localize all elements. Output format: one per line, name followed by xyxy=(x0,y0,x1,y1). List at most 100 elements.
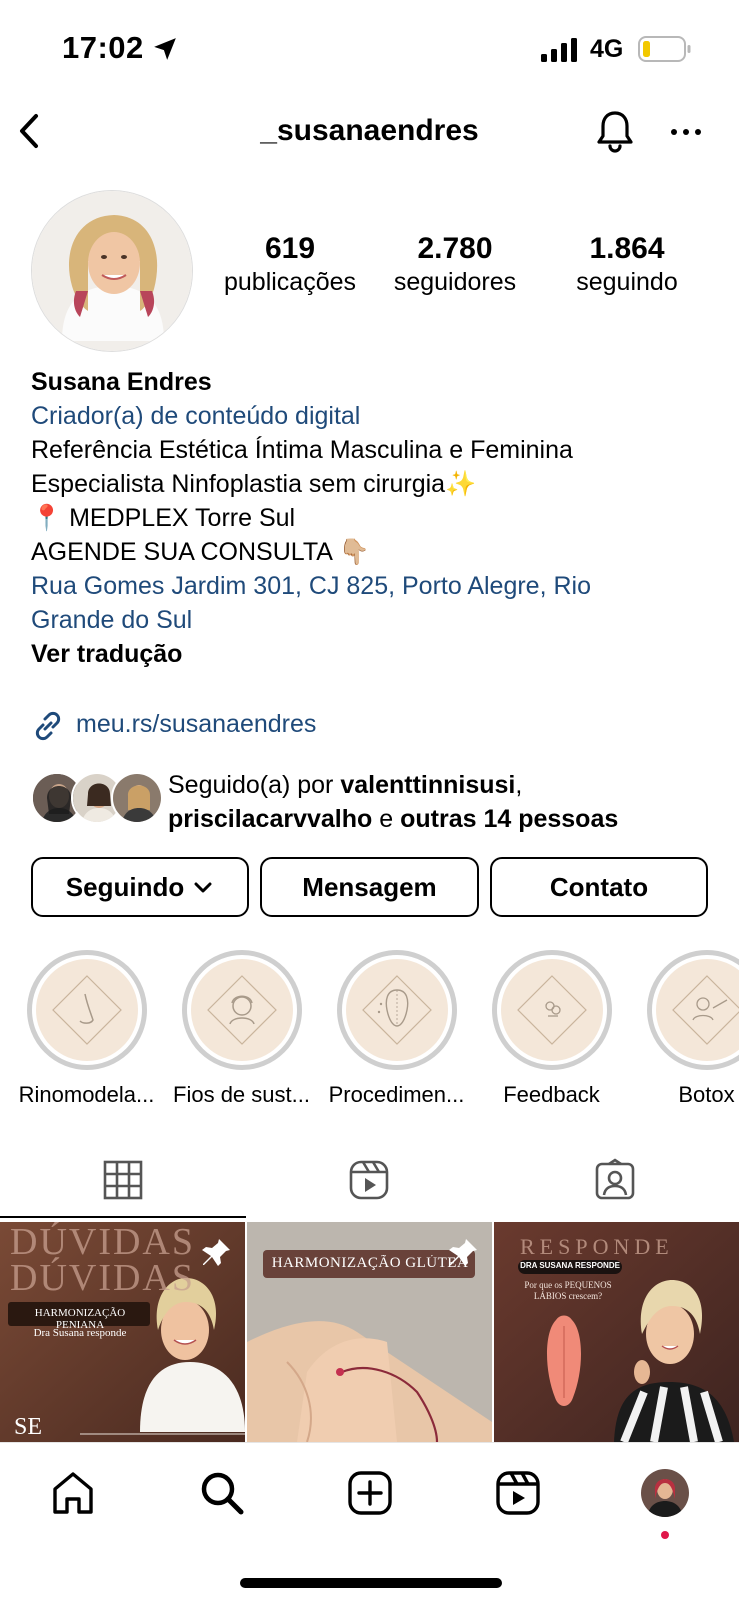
highlight-ring xyxy=(491,950,612,1070)
profile-nav-avatar[interactable] xyxy=(641,1469,689,1517)
stat-posts[interactable]: 619 publicações xyxy=(220,232,360,297)
grid-icon[interactable] xyxy=(101,1158,145,1202)
post-title: DÚVIDAS DÚVIDAS xyxy=(10,1223,195,1299)
highlight-cover xyxy=(190,959,293,1061)
followed-by-prefix: Seguido(a) por xyxy=(168,771,341,799)
network-type: 4G xyxy=(590,35,624,63)
highlight-item[interactable]: Procedimen... xyxy=(324,950,469,1108)
contact-button-label: Contato xyxy=(549,871,649,902)
post-thumbnail[interactable]: RESPONDE DRA SUSANA RESPONDE Por que os … xyxy=(494,1222,739,1442)
profile-name: Susana Endres xyxy=(31,368,212,396)
create-post-icon[interactable] xyxy=(346,1469,394,1517)
post-thumbnail[interactable]: DÚVIDAS DÚVIDAS HARMONIZAÇÃO PENIANA Dra … xyxy=(0,1222,245,1442)
reels-icon[interactable] xyxy=(347,1158,391,1202)
stat-value: 619 xyxy=(264,232,316,265)
bottom-navigation xyxy=(0,1442,739,1600)
highlight-label: Feedback xyxy=(503,1082,600,1107)
post-caption: Por que os PEQUENOS LÁBIOS crescem? xyxy=(524,1280,612,1301)
followed-by-conjunction: e xyxy=(372,805,401,833)
stat-following[interactable]: 1.864 seguindo xyxy=(562,232,692,297)
post-title-line: DÚVIDAS xyxy=(10,1257,195,1299)
highlight-item[interactable]: Rinomodela... xyxy=(14,950,159,1108)
profile-avatar[interactable] xyxy=(31,190,193,352)
highlight-label: Rinomodela... xyxy=(18,1082,155,1107)
status-time: 17:02 xyxy=(62,30,144,65)
botox-icon xyxy=(671,975,739,1045)
profile-photo xyxy=(32,191,192,351)
stat-followers[interactable]: 2.780 seguidores xyxy=(385,232,525,297)
highlight-ring xyxy=(26,950,147,1070)
profile-bio: Susana Endres Criador(a) de conteúdo dig… xyxy=(31,365,711,671)
profile-header: _susanaendres xyxy=(0,100,739,164)
highlight-label: Procedimen... xyxy=(328,1082,465,1107)
post-title: HARMONIZAÇÃO GLÚTEA xyxy=(271,1255,469,1271)
face-threads-icon xyxy=(206,975,277,1045)
followed-by[interactable]: Seguido(a) por valenttinnisusi, priscila… xyxy=(31,768,721,838)
chevron-down-icon xyxy=(194,882,212,893)
search-icon[interactable] xyxy=(198,1469,246,1517)
highlight-ring xyxy=(336,950,457,1070)
post-caption: Dra Susana responde xyxy=(33,1327,127,1339)
follower-avatar xyxy=(111,772,163,824)
active-tab-indicator xyxy=(0,1216,246,1218)
posts-grid: DÚVIDAS DÚVIDAS HARMONIZAÇÃO PENIANA Dra … xyxy=(0,1222,739,1442)
see-translation-link[interactable]: Ver tradução xyxy=(31,637,711,671)
highlight-cover xyxy=(345,959,448,1061)
following-button[interactable]: Seguindo xyxy=(31,857,249,917)
message-button-label: Mensagem xyxy=(302,871,437,902)
highlight-cover xyxy=(35,959,138,1061)
profile-stats: 619 publicações 2.780 seguidores 1.864 s… xyxy=(220,232,720,312)
battery-icon xyxy=(638,36,691,62)
highlight-item[interactable]: Fios de sust... xyxy=(169,950,314,1108)
stat-label: seguidores xyxy=(393,268,517,296)
tagged-icon[interactable] xyxy=(593,1158,637,1202)
link-icon xyxy=(35,711,61,741)
highlight-cover xyxy=(655,959,739,1061)
notification-dot xyxy=(661,1531,669,1539)
profile-category: Criador(a) de conteúdo digital xyxy=(31,402,361,430)
post-corner-text: SE xyxy=(14,1414,43,1440)
highlight-label: Botox xyxy=(678,1082,735,1107)
followed-by-others: outras 14 pessoas xyxy=(400,805,619,833)
bell-icon[interactable] xyxy=(594,108,636,154)
external-link-text: meu.rs/susanaendres xyxy=(76,710,317,738)
highlight-item[interactable]: Feedback xyxy=(479,950,624,1108)
followed-by-user: priscilacarvvalho xyxy=(168,805,373,833)
contact-button[interactable]: Contato xyxy=(490,857,708,917)
location-arrow-icon xyxy=(154,38,176,60)
pin-icon xyxy=(449,1239,477,1266)
stat-label: seguindo xyxy=(576,268,678,296)
profile-address[interactable]: Rua Gomes Jardim 301, CJ 825, Porto Aleg… xyxy=(31,569,651,637)
bio-line: Referência Estética Íntima Masculina e F… xyxy=(31,436,573,464)
bio-line: AGENDE SUA CONSULTA 👇🏼 xyxy=(31,538,370,566)
message-button[interactable]: Mensagem xyxy=(260,857,479,917)
highlight-cover xyxy=(500,959,603,1061)
signal-icon xyxy=(541,38,577,62)
reels-nav-icon[interactable] xyxy=(494,1469,542,1517)
nose-icon xyxy=(51,975,122,1045)
bio-line: Especialista Ninfoplastia sem cirurgia✨ xyxy=(31,470,477,498)
post-subtitle: DRA SUSANA RESPONDE xyxy=(520,1261,620,1270)
stat-value: 1.864 xyxy=(589,232,665,265)
status-bar: 17:02 4G xyxy=(0,0,739,100)
followed-by-user: valenttinnisusi xyxy=(340,771,516,799)
face-procedure-icon xyxy=(361,975,432,1045)
highlight-label: Fios de sust... xyxy=(173,1082,310,1107)
stat-value: 2.780 xyxy=(417,232,493,265)
more-options-icon[interactable] xyxy=(668,120,704,144)
home-indicator xyxy=(240,1578,502,1588)
content-tabs xyxy=(0,1148,739,1218)
highlight-item[interactable]: Botox xyxy=(634,950,739,1108)
bio-line: 📍 MEDPLEX Torre Sul xyxy=(31,504,296,532)
home-icon[interactable] xyxy=(49,1469,97,1517)
highlight-ring xyxy=(181,950,302,1070)
following-button-label: Seguindo xyxy=(65,871,185,902)
followed-by-separator: , xyxy=(515,771,523,799)
highlight-ring xyxy=(646,950,739,1070)
post-thumbnail[interactable]: HARMONIZAÇÃO GLÚTEA xyxy=(247,1222,492,1442)
post-title: RESPONDE xyxy=(520,1234,674,1259)
followed-by-text: Seguido(a) por valenttinnisusi, priscila… xyxy=(168,768,618,836)
pin-icon xyxy=(202,1239,230,1266)
feedback-icon xyxy=(516,975,587,1045)
stat-label: publicações xyxy=(223,268,357,296)
